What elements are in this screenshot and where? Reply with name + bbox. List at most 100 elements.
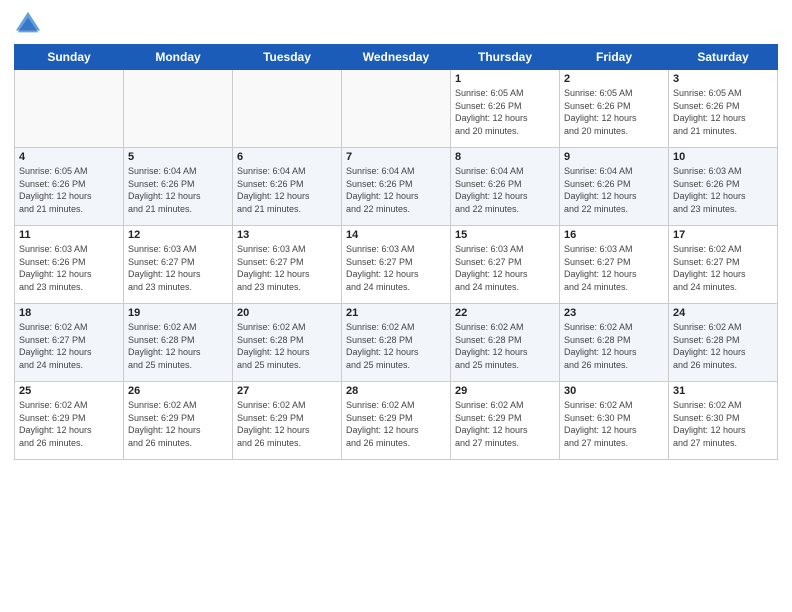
day-info-line: Sunset: 6:30 PM bbox=[673, 412, 773, 425]
day-info-line: Sunset: 6:26 PM bbox=[128, 178, 228, 191]
day-info-line: Sunrise: 6:03 AM bbox=[673, 165, 773, 178]
calendar-cell: 9Sunrise: 6:04 AMSunset: 6:26 PMDaylight… bbox=[560, 148, 669, 226]
calendar-cell: 21Sunrise: 6:02 AMSunset: 6:28 PMDayligh… bbox=[342, 304, 451, 382]
day-info-line: and 21 minutes. bbox=[19, 203, 119, 216]
day-info-line: Sunrise: 6:04 AM bbox=[564, 165, 664, 178]
calendar-cell: 24Sunrise: 6:02 AMSunset: 6:28 PMDayligh… bbox=[669, 304, 778, 382]
day-info-line: Daylight: 12 hours bbox=[455, 268, 555, 281]
calendar-cell: 8Sunrise: 6:04 AMSunset: 6:26 PMDaylight… bbox=[451, 148, 560, 226]
day-info-line: and 22 minutes. bbox=[346, 203, 446, 216]
day-info-line: and 20 minutes. bbox=[564, 125, 664, 138]
day-info-line: Sunset: 6:27 PM bbox=[455, 256, 555, 269]
day-info-line: Daylight: 12 hours bbox=[673, 112, 773, 125]
day-info-line: and 26 minutes. bbox=[673, 359, 773, 372]
day-info-line: and 21 minutes. bbox=[673, 125, 773, 138]
day-info-line: Sunset: 6:29 PM bbox=[128, 412, 228, 425]
day-info-line: Sunrise: 6:02 AM bbox=[673, 399, 773, 412]
day-number: 28 bbox=[346, 385, 446, 397]
day-number: 27 bbox=[237, 385, 337, 397]
day-info-line: Daylight: 12 hours bbox=[237, 190, 337, 203]
day-info-line: Sunset: 6:26 PM bbox=[346, 178, 446, 191]
day-number: 4 bbox=[19, 151, 119, 163]
day-info-line: Sunrise: 6:05 AM bbox=[564, 87, 664, 100]
day-info-line: Sunset: 6:29 PM bbox=[346, 412, 446, 425]
day-info-line: Sunset: 6:27 PM bbox=[237, 256, 337, 269]
day-info-line: Daylight: 12 hours bbox=[564, 268, 664, 281]
day-number: 6 bbox=[237, 151, 337, 163]
calendar-day-header: Friday bbox=[560, 45, 669, 70]
day-number: 11 bbox=[19, 229, 119, 241]
day-info-line: Sunrise: 6:04 AM bbox=[455, 165, 555, 178]
page: SundayMondayTuesdayWednesdayThursdayFrid… bbox=[0, 0, 792, 612]
day-info-line: Sunset: 6:28 PM bbox=[128, 334, 228, 347]
calendar-cell: 23Sunrise: 6:02 AMSunset: 6:28 PMDayligh… bbox=[560, 304, 669, 382]
day-number: 12 bbox=[128, 229, 228, 241]
day-info-line: Daylight: 12 hours bbox=[346, 346, 446, 359]
day-number: 3 bbox=[673, 73, 773, 85]
day-info-line: Daylight: 12 hours bbox=[564, 346, 664, 359]
day-number: 24 bbox=[673, 307, 773, 319]
day-number: 23 bbox=[564, 307, 664, 319]
day-info-line: Sunrise: 6:02 AM bbox=[128, 321, 228, 334]
day-info-line: Sunrise: 6:02 AM bbox=[19, 399, 119, 412]
day-info-line: and 25 minutes. bbox=[237, 359, 337, 372]
day-info-line: Sunrise: 6:03 AM bbox=[128, 243, 228, 256]
calendar-cell bbox=[124, 70, 233, 148]
calendar-cell bbox=[233, 70, 342, 148]
day-info-line: Daylight: 12 hours bbox=[564, 424, 664, 437]
day-info-line: and 26 minutes. bbox=[128, 437, 228, 450]
day-info-line: and 27 minutes. bbox=[455, 437, 555, 450]
day-info-line: and 21 minutes. bbox=[237, 203, 337, 216]
day-number: 31 bbox=[673, 385, 773, 397]
day-info-line: Sunrise: 6:05 AM bbox=[455, 87, 555, 100]
day-info-line: Sunset: 6:29 PM bbox=[19, 412, 119, 425]
day-info-line: Daylight: 12 hours bbox=[564, 190, 664, 203]
calendar-cell: 4Sunrise: 6:05 AMSunset: 6:26 PMDaylight… bbox=[15, 148, 124, 226]
day-number: 20 bbox=[237, 307, 337, 319]
calendar-cell: 27Sunrise: 6:02 AMSunset: 6:29 PMDayligh… bbox=[233, 382, 342, 460]
day-info-line: Daylight: 12 hours bbox=[673, 346, 773, 359]
day-info-line: Sunrise: 6:02 AM bbox=[346, 399, 446, 412]
day-info-line: and 23 minutes. bbox=[19, 281, 119, 294]
day-info-line: Sunrise: 6:05 AM bbox=[19, 165, 119, 178]
day-info-line: Sunset: 6:26 PM bbox=[237, 178, 337, 191]
day-info-line: Daylight: 12 hours bbox=[455, 424, 555, 437]
day-info-line: and 26 minutes. bbox=[19, 437, 119, 450]
day-number: 10 bbox=[673, 151, 773, 163]
calendar-week-row: 1Sunrise: 6:05 AMSunset: 6:26 PMDaylight… bbox=[15, 70, 778, 148]
calendar-week-row: 18Sunrise: 6:02 AMSunset: 6:27 PMDayligh… bbox=[15, 304, 778, 382]
calendar-cell: 26Sunrise: 6:02 AMSunset: 6:29 PMDayligh… bbox=[124, 382, 233, 460]
day-info-line: Daylight: 12 hours bbox=[128, 424, 228, 437]
day-number: 14 bbox=[346, 229, 446, 241]
calendar-cell: 20Sunrise: 6:02 AMSunset: 6:28 PMDayligh… bbox=[233, 304, 342, 382]
day-info-line: Sunrise: 6:03 AM bbox=[237, 243, 337, 256]
calendar-cell: 10Sunrise: 6:03 AMSunset: 6:26 PMDayligh… bbox=[669, 148, 778, 226]
day-info-line: Sunrise: 6:02 AM bbox=[346, 321, 446, 334]
day-info-line: Daylight: 12 hours bbox=[19, 424, 119, 437]
day-info-line: Sunset: 6:26 PM bbox=[455, 178, 555, 191]
day-info-line: and 27 minutes. bbox=[673, 437, 773, 450]
day-number: 17 bbox=[673, 229, 773, 241]
day-info-line: Sunrise: 6:04 AM bbox=[346, 165, 446, 178]
day-info-line: Sunset: 6:26 PM bbox=[19, 178, 119, 191]
day-info-line: Sunrise: 6:04 AM bbox=[128, 165, 228, 178]
day-info-line: Daylight: 12 hours bbox=[564, 112, 664, 125]
calendar-day-header: Tuesday bbox=[233, 45, 342, 70]
day-number: 22 bbox=[455, 307, 555, 319]
day-info-line: Sunset: 6:26 PM bbox=[19, 256, 119, 269]
calendar-cell: 18Sunrise: 6:02 AMSunset: 6:27 PMDayligh… bbox=[15, 304, 124, 382]
day-info-line: Sunrise: 6:02 AM bbox=[564, 399, 664, 412]
day-number: 18 bbox=[19, 307, 119, 319]
day-number: 25 bbox=[19, 385, 119, 397]
day-info-line: and 22 minutes. bbox=[455, 203, 555, 216]
day-number: 16 bbox=[564, 229, 664, 241]
calendar-day-header: Monday bbox=[124, 45, 233, 70]
day-info-line: Daylight: 12 hours bbox=[237, 424, 337, 437]
day-number: 15 bbox=[455, 229, 555, 241]
logo bbox=[14, 10, 46, 38]
day-info-line: Sunset: 6:30 PM bbox=[564, 412, 664, 425]
calendar-cell: 17Sunrise: 6:02 AMSunset: 6:27 PMDayligh… bbox=[669, 226, 778, 304]
day-info-line: Sunset: 6:27 PM bbox=[128, 256, 228, 269]
calendar-cell: 1Sunrise: 6:05 AMSunset: 6:26 PMDaylight… bbox=[451, 70, 560, 148]
day-info-line: Sunrise: 6:04 AM bbox=[237, 165, 337, 178]
